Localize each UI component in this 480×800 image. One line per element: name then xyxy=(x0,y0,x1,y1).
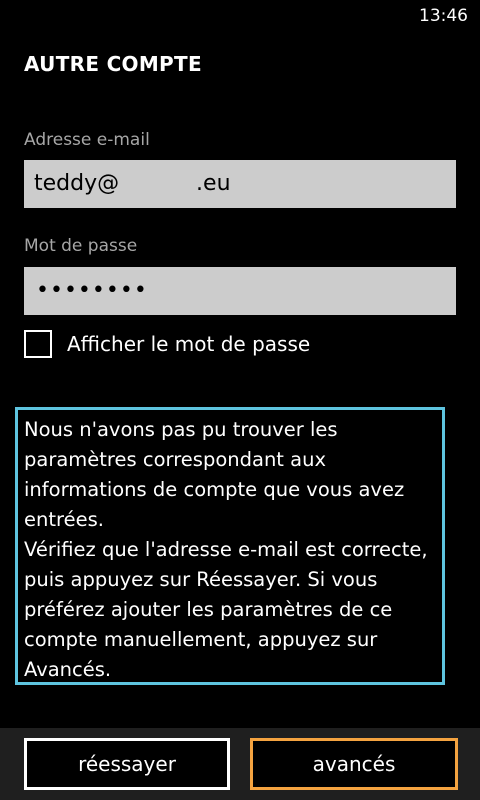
page-title: AUTRE COMPTE xyxy=(24,52,202,76)
advanced-button[interactable]: avancés xyxy=(250,738,458,790)
retry-button[interactable]: réessayer xyxy=(24,738,230,790)
show-password-checkbox[interactable] xyxy=(24,330,52,358)
email-label: Adresse e-mail xyxy=(24,130,150,150)
status-clock: 13:46 xyxy=(419,6,468,26)
show-password-toggle[interactable]: Afficher le mot de passe xyxy=(24,328,310,360)
password-field[interactable] xyxy=(24,267,456,315)
error-message-instructions: Vérifiez que l'adresse e-mail est correc… xyxy=(24,538,428,681)
status-bar: 13:46 xyxy=(0,0,480,32)
error-message-text: Nous n'avons pas pu trouver les paramètr… xyxy=(24,418,405,531)
show-password-label: Afficher le mot de passe xyxy=(67,332,311,356)
password-label: Mot de passe xyxy=(24,236,138,256)
email-field[interactable] xyxy=(24,160,456,208)
app-bar: réessayer avancés xyxy=(0,728,480,800)
error-message-box: Nous n'avons pas pu trouver les paramètr… xyxy=(15,407,445,685)
